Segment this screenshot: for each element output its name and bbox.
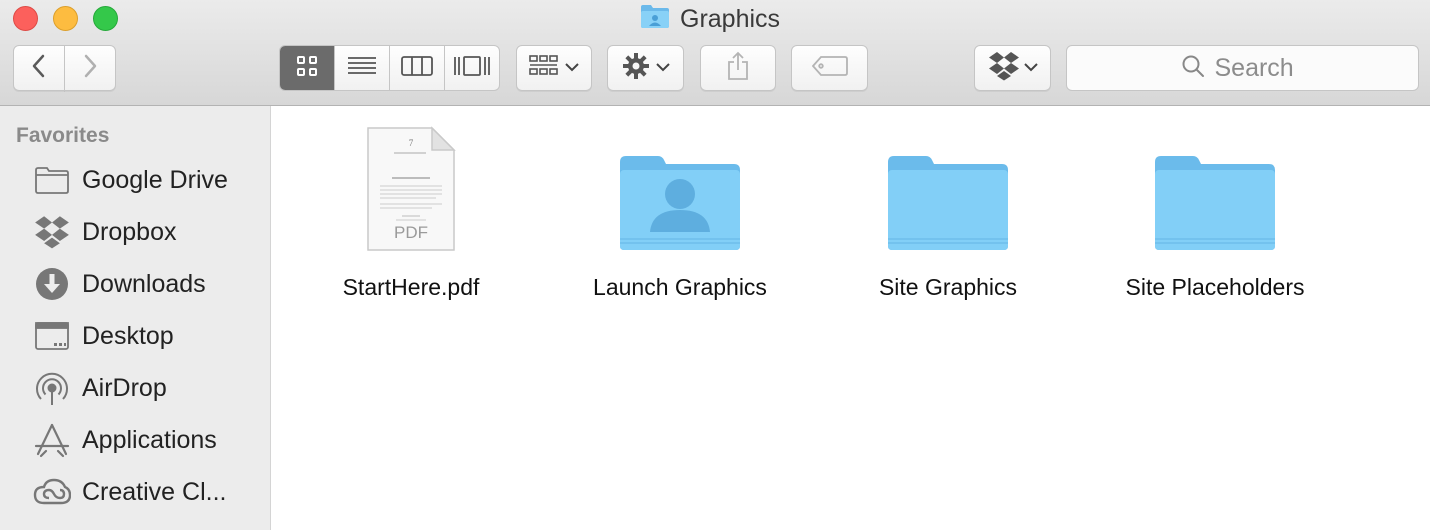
file-item-launch-graphics[interactable]: Launch Graphics <box>555 117 805 307</box>
airdrop-icon <box>32 368 72 408</box>
shared-folder-icon <box>555 117 805 252</box>
search-input[interactable] <box>1214 53 1305 83</box>
sidebar-item-label: Creative Cl... <box>82 477 227 506</box>
desktop-icon <box>32 316 72 356</box>
sidebar-item-label: Applications <box>82 425 217 454</box>
downloads-icon <box>32 264 72 304</box>
applications-icon <box>32 420 72 460</box>
dropbox-icon <box>988 51 1020 86</box>
view-mode-control <box>279 45 500 91</box>
sidebar-item-label: Desktop <box>82 321 174 350</box>
cover-flow-icon <box>453 54 491 83</box>
svg-text:7: 7 <box>409 138 414 148</box>
chevron-down-icon <box>655 59 670 77</box>
sidebar-item-downloads[interactable]: Downloads <box>0 262 270 306</box>
sidebar-item-label: Downloads <box>82 269 206 298</box>
sidebar-item-label: AirDrop <box>82 373 167 402</box>
folder-icon <box>1090 117 1340 252</box>
folder-icon <box>32 160 72 200</box>
file-name: Site Placeholders <box>1125 274 1305 300</box>
share-button[interactable] <box>700 45 776 91</box>
tag-button[interactable] <box>791 45 868 91</box>
pdf-badge: PDF <box>394 223 428 242</box>
sidebar-item-applications[interactable]: Applications <box>0 418 270 462</box>
back-arrow-icon <box>29 53 49 84</box>
forward-arrow-icon <box>80 53 100 84</box>
file-item-site-graphics[interactable]: Site Graphics <box>823 117 1073 307</box>
icon-view-button[interactable] <box>280 46 335 90</box>
window-title: Graphics <box>640 4 780 34</box>
sidebar-item-google-drive[interactable]: Google Drive <box>0 158 270 202</box>
sidebar-item-label: Dropbox <box>82 217 177 246</box>
share-icon <box>726 51 750 86</box>
sidebar-item-label: Google Drive <box>82 165 228 194</box>
window-title-text: Graphics <box>680 4 781 33</box>
dropbox-menu-button[interactable] <box>974 45 1051 91</box>
list-view-button[interactable] <box>335 46 390 90</box>
chevron-down-icon <box>565 59 579 77</box>
list-view-icon <box>347 55 377 82</box>
close-button[interactable] <box>13 6 38 31</box>
file-browser: 7 PDF StartHere.pdf Launch Graphics Site… <box>272 107 1430 530</box>
file-name: Site Graphics <box>878 274 1018 300</box>
search-icon <box>1181 54 1205 83</box>
column-view-icon <box>401 55 433 82</box>
sidebar-item-airdrop[interactable]: AirDrop <box>0 366 270 410</box>
group-icon <box>529 54 559 83</box>
forward-button[interactable] <box>64 45 116 91</box>
maximize-button[interactable] <box>93 6 118 31</box>
sidebar-item-desktop[interactable]: Desktop <box>0 314 270 358</box>
chevron-down-icon <box>1023 59 1038 77</box>
creative-cloud-icon <box>32 472 72 512</box>
icon-view-icon <box>296 55 318 82</box>
sidebar-item-creative-cloud[interactable]: Creative Cl... <box>0 470 270 514</box>
minimize-button[interactable] <box>53 6 78 31</box>
folder-icon <box>640 3 670 36</box>
gear-icon <box>622 52 650 85</box>
search-field[interactable] <box>1066 45 1419 91</box>
group-button[interactable] <box>516 45 592 91</box>
file-item-starthere-pdf[interactable]: 7 PDF StartHere.pdf <box>286 117 536 307</box>
action-button[interactable] <box>607 45 684 91</box>
pdf-icon: 7 PDF <box>286 117 536 252</box>
file-item-site-placeholders[interactable]: Site Placeholders <box>1090 117 1340 307</box>
file-name: Launch Graphics <box>593 274 767 300</box>
cover-flow-view-button[interactable] <box>445 46 499 90</box>
file-name: StartHere.pdf <box>342 274 480 300</box>
sidebar-heading: Favorites <box>16 124 110 147</box>
back-button[interactable] <box>13 45 65 91</box>
sidebar-item-dropbox[interactable]: Dropbox <box>0 210 270 254</box>
dropbox-icon <box>32 212 72 252</box>
column-view-button[interactable] <box>390 46 445 90</box>
toolbar: Graphics <box>0 0 1430 106</box>
folder-icon <box>823 117 1073 252</box>
sidebar: Favorites Google Drive Dropbox Downloads… <box>0 106 271 530</box>
tag-icon <box>811 55 848 82</box>
